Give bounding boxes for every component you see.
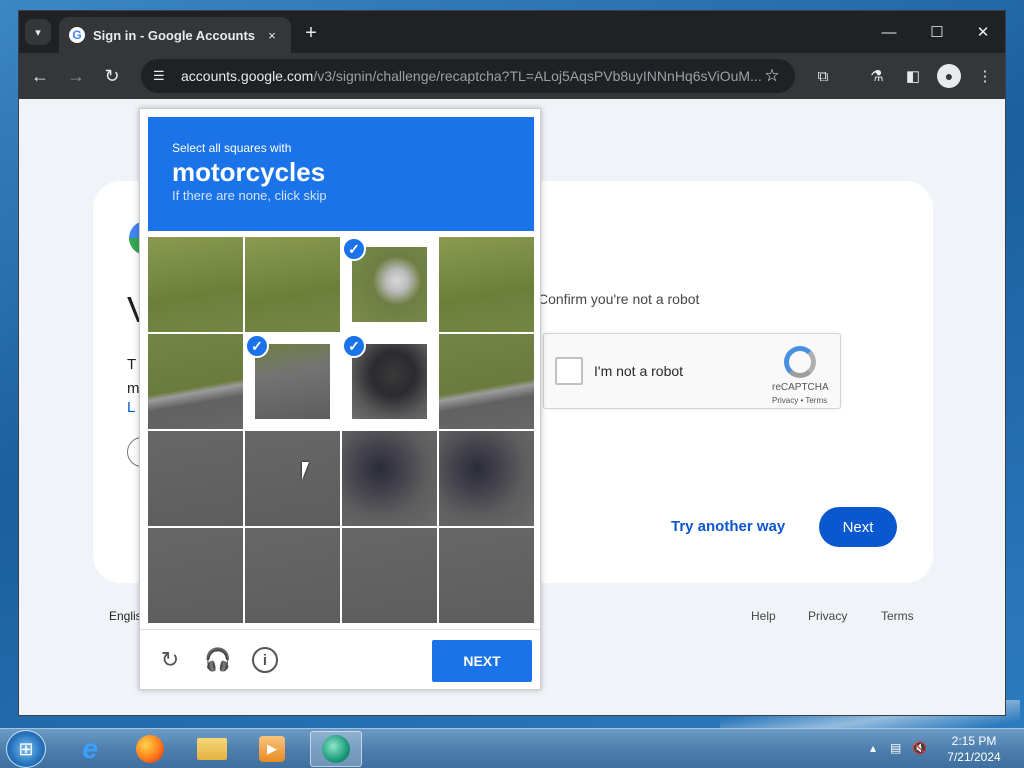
side-panel-icon[interactable]: ◧ — [901, 64, 925, 88]
try-another-way-button[interactable]: Try another way — [671, 518, 785, 535]
url-host: accounts.google.com — [181, 68, 314, 84]
forward-button[interactable]: → — [63, 63, 89, 89]
recaptcha-checkbox[interactable] — [555, 357, 583, 385]
challenge-tile-r1c4[interactable] — [439, 237, 534, 332]
challenge-tile-r3c1[interactable] — [148, 431, 243, 526]
network-icon[interactable]: ▤ — [890, 741, 901, 755]
footer-privacy-link[interactable]: Privacy — [808, 609, 847, 623]
recaptcha-widget: I'm not a robot reCAPTCHA Privacy • Term… — [543, 333, 841, 409]
maximize-button[interactable]: ☐ — [917, 19, 957, 45]
volume-muted-icon[interactable]: 🔇 — [912, 741, 927, 755]
card-link-fragment[interactable]: L — [127, 399, 135, 416]
taskbar: ⊞ e ▶ ▴ ▤ 🔇 2:15 PM 7/21/2024 — [0, 728, 1024, 768]
tab-signin[interactable]: G Sign in - Google Accounts × — [59, 17, 291, 53]
challenge-tile-r4c4[interactable] — [439, 528, 534, 623]
challenge-tile-r4c2[interactable] — [245, 528, 340, 623]
google-favicon-icon: G — [69, 27, 85, 43]
recaptcha-challenge: Select all squares with motorcycles If t… — [139, 108, 541, 690]
tab-search-button[interactable]: ▾ — [25, 19, 51, 45]
profile-avatar-icon[interactable]: ● — [937, 64, 961, 88]
mouse-cursor — [302, 462, 309, 480]
url-path: /v3/signin/challenge/recaptcha?TL=ALoj5A… — [313, 68, 761, 84]
url-text[interactable]: accounts.google.com/v3/signin/challenge/… — [181, 68, 761, 84]
challenge-instruction: Select all squares with — [172, 141, 292, 155]
file-explorer-icon[interactable] — [186, 731, 238, 767]
new-tab-button[interactable]: + — [299, 21, 323, 45]
tab-close-icon[interactable]: × — [263, 28, 281, 43]
media-player-icon[interactable]: ▶ — [246, 731, 298, 767]
site-info-icon[interactable]: ☰ — [153, 68, 175, 84]
confirm-robot-text: Confirm you're not a robot — [538, 291, 700, 307]
challenge-tile-r3c3[interactable] — [342, 431, 437, 526]
challenge-tile-r2c1[interactable] — [148, 334, 243, 429]
challenge-next-button[interactable]: NEXT — [432, 640, 532, 682]
challenge-image-grid: ✓ ✓ ✓ — [148, 237, 534, 623]
active-app-icon[interactable] — [310, 731, 362, 767]
reload-button[interactable]: ↻ — [99, 63, 125, 89]
selected-check-icon: ✓ — [342, 237, 366, 261]
menu-kebab-icon[interactable]: ⋮ — [973, 64, 997, 88]
back-button[interactable]: ← — [27, 63, 53, 89]
bookmark-star-icon[interactable]: ☆ — [761, 66, 783, 86]
close-window-button[interactable]: ✕ — [963, 19, 1003, 45]
tab-bar: ▾ G Sign in - Google Accounts × + — ☐ ✕ — [19, 11, 1005, 53]
tab-title: Sign in - Google Accounts — [93, 27, 256, 43]
challenge-tile-r2c4[interactable] — [439, 334, 534, 429]
footer-help-link[interactable]: Help — [751, 609, 776, 623]
challenge-footer: ↻ 🎧 i NEXT — [140, 629, 540, 689]
challenge-tile-r2c3[interactable]: ✓ — [342, 334, 437, 429]
tile-image — [352, 344, 427, 419]
system-clock[interactable]: 2:15 PM 7/21/2024 — [934, 733, 1014, 765]
recaptcha-label: I'm not a robot — [594, 363, 684, 379]
minimize-button[interactable]: — — [869, 19, 909, 45]
recaptcha-brand: reCAPTCHA — [772, 382, 829, 393]
next-button[interactable]: Next — [819, 507, 897, 547]
challenge-tile-r1c3[interactable]: ✓ — [342, 237, 437, 332]
tile-image — [255, 344, 330, 419]
address-bar[interactable]: ☰ accounts.google.com/v3/signin/challeng… — [141, 59, 795, 93]
labs-flask-icon[interactable]: ⚗ — [865, 64, 889, 88]
card-text-fragment: Tm — [127, 356, 140, 397]
selected-check-icon: ✓ — [245, 334, 269, 358]
challenge-tile-r1c2[interactable] — [245, 237, 340, 332]
extensions-icon[interactable]: ⧉ — [811, 64, 835, 88]
tray-expand-icon[interactable]: ▴ — [870, 741, 876, 755]
firefox-icon[interactable] — [124, 731, 176, 767]
internet-explorer-icon[interactable]: e — [64, 731, 116, 767]
selected-check-icon: ✓ — [342, 334, 366, 358]
challenge-tile-r3c4[interactable] — [439, 431, 534, 526]
clock-time: 2:15 PM — [951, 734, 997, 748]
browser-toolbar: ← → ↻ ☰ accounts.google.com/v3/signin/ch… — [19, 53, 1005, 99]
challenge-object: motorcycles — [172, 157, 326, 187]
start-button[interactable]: ⊞ — [6, 730, 46, 768]
challenge-tile-r4c1[interactable] — [148, 528, 243, 623]
challenge-tile-r3c2[interactable] — [245, 431, 340, 526]
challenge-tile-r2c2[interactable]: ✓ — [245, 334, 340, 429]
challenge-tile-r4c3[interactable] — [342, 528, 437, 623]
challenge-hint: If there are none, click skip — [172, 188, 327, 203]
recaptcha-logo-icon — [784, 346, 816, 378]
footer-terms-link[interactable]: Terms — [881, 609, 914, 623]
recaptcha-terms[interactable]: Privacy • Terms — [772, 396, 827, 405]
audio-challenge-icon[interactable]: 🎧 — [204, 646, 232, 674]
challenge-header: Select all squares with motorcycles If t… — [148, 117, 534, 231]
clock-date: 7/21/2024 — [947, 750, 1001, 764]
language-selector[interactable]: Englis — [109, 609, 142, 623]
reload-challenge-icon[interactable]: ↻ — [156, 646, 184, 674]
challenge-tile-r1c1[interactable] — [148, 237, 243, 332]
tile-image — [352, 247, 427, 322]
help-info-icon[interactable]: i — [252, 647, 278, 673]
